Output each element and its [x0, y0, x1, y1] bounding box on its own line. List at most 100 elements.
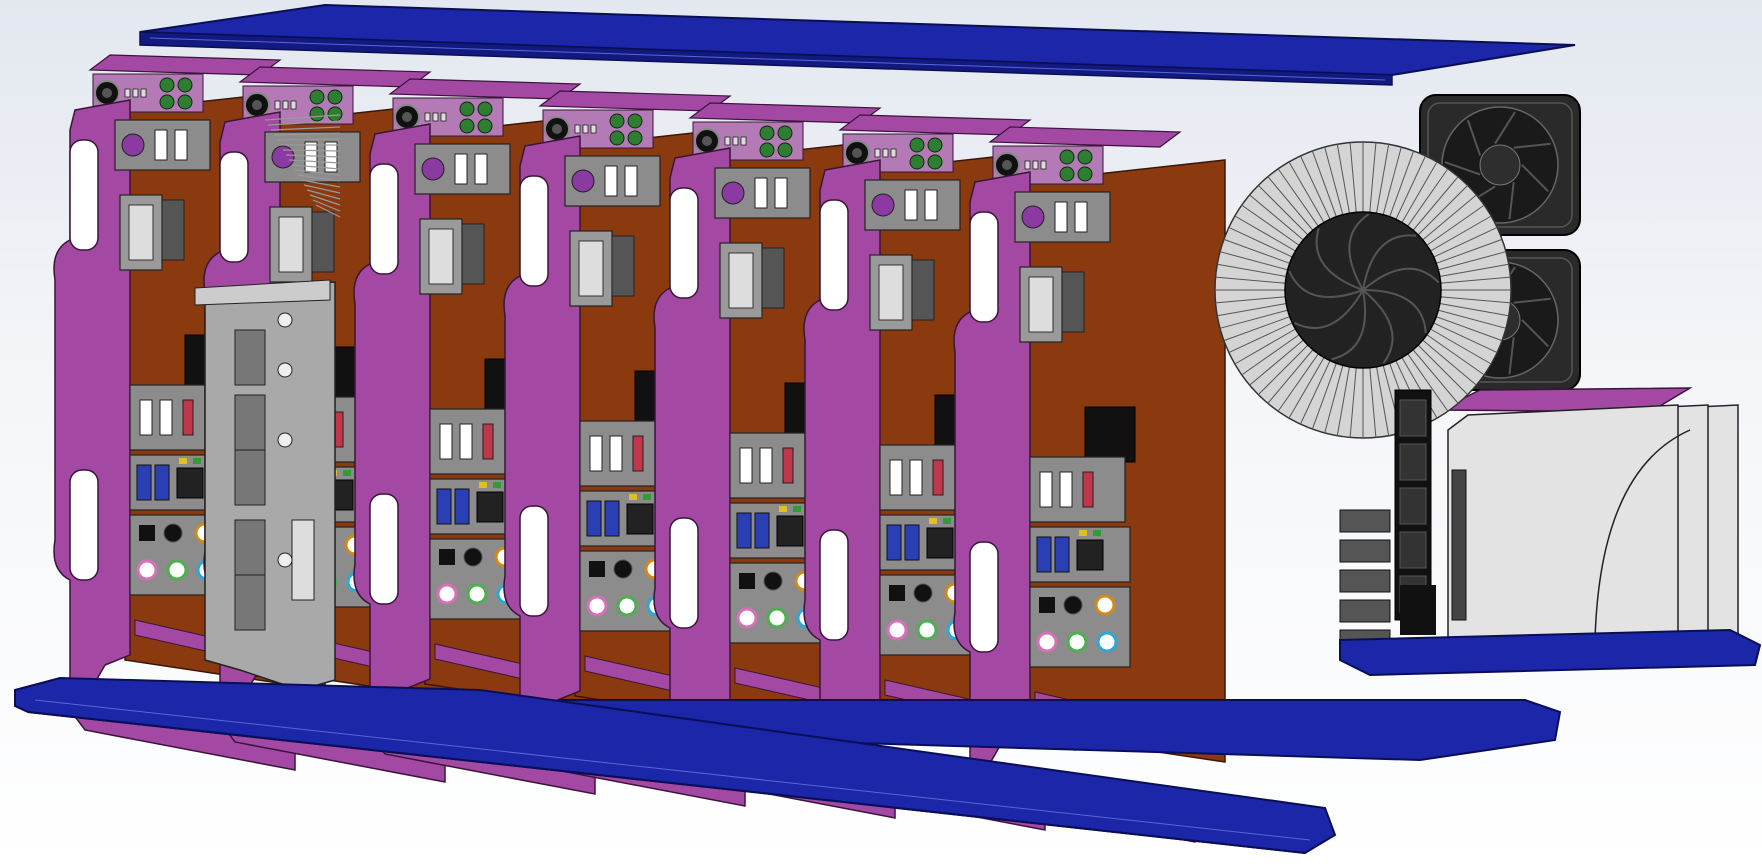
display-port-icon [234, 449, 266, 506]
sata-port-icon [1339, 539, 1391, 563]
audio-jack-icon [436, 583, 458, 605]
bracket-slot [819, 199, 849, 311]
led-indicator-icon [1077, 166, 1093, 182]
led-indicator-icon [477, 118, 493, 134]
led-indicator-icon [927, 137, 943, 153]
spdif-port-icon [139, 525, 155, 541]
hard-drive [1447, 404, 1679, 666]
sata-port-icon [1339, 569, 1391, 593]
ethernet-port-icon [476, 491, 504, 523]
bracket-slot [669, 187, 699, 299]
top-plate [238, 66, 432, 88]
usb3-port-icon [454, 488, 470, 525]
ps2-port-icon [271, 145, 295, 169]
ethernet-port-icon [626, 503, 654, 535]
audio-jack-icon [886, 619, 908, 641]
ethernet-port-icon [926, 527, 954, 559]
dvi-port-icon [291, 519, 315, 601]
spdif-port-icon [439, 549, 455, 565]
led-indicator-icon [459, 118, 475, 134]
audio-jack-icon [766, 607, 788, 629]
vrm-heatsink [1084, 406, 1136, 463]
ethernet-port-icon [176, 467, 204, 499]
ps2-port-icon [871, 193, 895, 217]
led-indicator-icon [909, 137, 925, 153]
screw-icon [277, 432, 293, 448]
led-indicator-icon [759, 125, 775, 141]
sata-port-icon [1339, 599, 1391, 623]
spdif-port-icon [1039, 597, 1055, 613]
screw-icon [277, 362, 293, 378]
bracket-slot [69, 139, 99, 251]
led-indicator-icon [1077, 149, 1093, 165]
ethernet-port-icon [776, 515, 804, 547]
bracket-slot [819, 529, 849, 641]
display-port-icon [234, 519, 266, 576]
led-indicator-icon [459, 101, 475, 117]
audio-jack-icon [916, 619, 938, 641]
bracket-slot [69, 469, 99, 581]
audio-jack-icon [1036, 631, 1058, 653]
top-plate [388, 78, 582, 100]
led-indicator-icon [627, 130, 643, 146]
bracket-slot [369, 163, 399, 275]
usb3-port-icon [604, 500, 620, 537]
led-indicator-icon [759, 142, 775, 158]
bracket-slot [969, 211, 999, 323]
ps2-port-icon [121, 133, 145, 157]
usb3-port-icon [136, 464, 152, 501]
ps2-port-icon [571, 169, 595, 193]
top-plate [688, 102, 882, 124]
audio-jack-icon [1066, 631, 1088, 653]
audio-jack-icon [736, 607, 758, 629]
top-plate [838, 114, 1032, 136]
ps2-port-icon [721, 181, 745, 205]
sata-port-icon [1339, 509, 1391, 533]
display-port-icon [234, 329, 266, 386]
led-indicator-icon [327, 106, 343, 122]
display-port-icon [234, 574, 266, 631]
led-indicator-icon [909, 154, 925, 170]
ps2-port-icon [1021, 205, 1045, 229]
usb3-port-icon [154, 464, 170, 501]
led-indicator-icon [1059, 149, 1075, 165]
led-indicator-icon [777, 142, 793, 158]
bracket-slot [669, 517, 699, 629]
screw-icon [277, 312, 293, 328]
ps2-port-icon [421, 157, 445, 181]
cad-viewport[interactable] [0, 0, 1762, 868]
audio-jack-icon [166, 559, 188, 581]
ethernet-port-icon [1076, 539, 1104, 571]
led-indicator-icon [309, 89, 325, 105]
sata-connectors [1339, 509, 1391, 653]
display-port-icon [234, 394, 266, 451]
audio-jack-icon [1096, 631, 1118, 653]
led-indicator-icon [627, 113, 643, 129]
usb3-port-icon [586, 500, 602, 537]
audio-jack-icon [466, 583, 488, 605]
top-plate [988, 126, 1182, 148]
usb3-port-icon [754, 512, 770, 549]
usb3-port-icon [736, 512, 752, 549]
led-indicator-icon [177, 77, 193, 93]
audio-jack-icon [586, 595, 608, 617]
audio-jack-icon [1094, 594, 1116, 616]
bracket-slot [519, 505, 549, 617]
bracket-slot [969, 541, 999, 653]
led-indicator-icon [777, 125, 793, 141]
usb3-port-icon [1036, 536, 1052, 573]
led-indicator-icon [177, 94, 193, 110]
top-plate [538, 90, 732, 112]
spdif-port-icon [589, 561, 605, 577]
led-indicator-icon [1059, 166, 1075, 182]
top-plate [88, 54, 282, 76]
bottom-rail-back [1339, 628, 1762, 677]
led-indicator-icon [309, 106, 325, 122]
rack-assembly-model [14, 3, 1762, 855]
led-indicator-icon [927, 154, 943, 170]
led-indicator-icon [609, 113, 625, 129]
usb3-port-icon [1054, 536, 1070, 573]
audio-jack-icon [616, 595, 638, 617]
spdif-port-icon [889, 585, 905, 601]
graphics-card [194, 279, 336, 691]
